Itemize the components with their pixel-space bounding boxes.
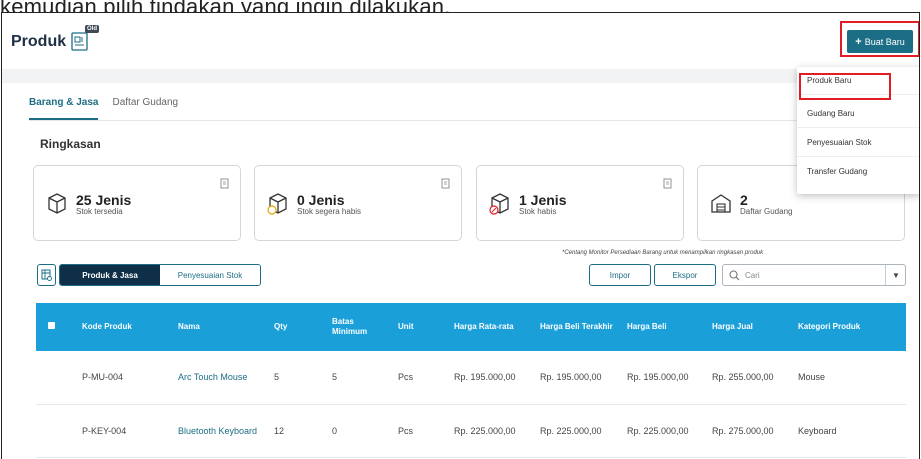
tab-bar: Barang & Jasa Daftar Gudang xyxy=(29,97,192,120)
search-icon xyxy=(729,270,740,281)
column-settings-button[interactable] xyxy=(37,264,56,286)
summary-note: *Centang Monitor Persediaan Barang untuk… xyxy=(562,250,764,256)
summary-card-low-stock[interactable]: 0 Jenis Stok segera habis xyxy=(254,165,462,241)
row-checkbox-cell xyxy=(36,351,76,404)
highlight-new-product xyxy=(799,73,891,100)
box-icon xyxy=(48,193,66,214)
tab-goods-services[interactable]: Barang & Jasa xyxy=(29,97,99,120)
summary-label: Daftar Gudang xyxy=(740,207,793,216)
view-segment-control: Produk & Jasa Penyesuaian Stok xyxy=(59,264,261,286)
menu-item-new-warehouse[interactable]: Gudang Baru xyxy=(797,100,919,128)
col-header[interactable]: Batas Minimum xyxy=(326,303,392,351)
table-row[interactable]: P-KEY-004 Bluetooth Keyboard 12 0 Pcs Rp… xyxy=(36,404,906,457)
menu-item-stock-adjustment[interactable]: Penyesuaian Stok xyxy=(797,129,919,157)
highlight-create-button xyxy=(840,21,919,57)
cell-last-buy-price: Rp. 225.000,00 xyxy=(540,425,602,436)
col-header[interactable]: Harga Rata-rata xyxy=(448,303,534,351)
summary-card-available[interactable]: 25 Jenis Stok tersedia xyxy=(33,165,241,241)
cell-name-link[interactable]: Arc Touch Mouse xyxy=(172,351,268,404)
box-empty-icon xyxy=(489,193,509,215)
col-header[interactable]: Harga Jual xyxy=(706,303,792,351)
products-table: Kode Produk Nama Qty Batas Minimum Unit … xyxy=(36,303,906,458)
cell-min: 5 xyxy=(332,372,338,383)
menu-item-warehouse-transfer[interactable]: Transfer Gudang xyxy=(797,157,919,185)
cell-category: Keyboard xyxy=(798,425,837,436)
cell-unit: Pcs xyxy=(398,372,414,383)
cell-sell-price: Rp. 255.000,00 xyxy=(712,372,774,383)
summary-label: Stok tersedia xyxy=(76,207,123,216)
cell-buy-price: Rp. 195.000,00 xyxy=(627,372,689,383)
app-frame: Produk Old + Buat Baru Barang & Jasa Daf… xyxy=(1,12,920,459)
cell-min: 0 xyxy=(332,425,338,436)
select-all-checkbox[interactable] xyxy=(48,322,55,329)
col-header[interactable]: Kode Produk xyxy=(76,303,172,351)
summary-card-out-of-stock[interactable]: 1 Jenis Stok habis xyxy=(476,165,684,241)
cell-avg-price: Rp. 195.000,00 xyxy=(454,372,516,383)
segment-stock-adjustment[interactable]: Penyesuaian Stok xyxy=(160,265,260,285)
search-placeholder: Cari xyxy=(745,271,760,280)
table-row[interactable]: P-MU-004 Arc Touch Mouse 5 5 Pcs Rp. 195… xyxy=(36,351,906,404)
col-header[interactable]: Nama xyxy=(172,303,268,351)
col-header[interactable]: Qty xyxy=(268,303,326,351)
summary-label: Stok habis xyxy=(519,207,557,216)
summary-value: 25 Jenis xyxy=(76,192,132,208)
cell-qty: 5 xyxy=(274,372,280,383)
summary-value: 1 Jenis xyxy=(519,192,567,208)
tab-underline xyxy=(29,120,905,121)
top-bar: Produk Old + Buat Baru xyxy=(2,13,919,69)
cell-qty: 12 xyxy=(274,425,285,436)
page-title: Produk xyxy=(11,33,67,50)
box-warning-icon xyxy=(267,193,287,215)
cell-sell-price: Rp. 275.000,00 xyxy=(712,425,774,436)
col-header[interactable]: Harga Beli xyxy=(621,303,706,351)
cell-avg-price: Rp. 225.000,00 xyxy=(454,425,516,436)
segment-products-services[interactable]: Produk & Jasa xyxy=(60,265,160,285)
import-button[interactable]: Impor xyxy=(589,264,651,286)
cell-name-link[interactable]: Bluetooth Keyboard xyxy=(172,404,268,457)
summary-title: Ringkasan xyxy=(40,137,101,151)
cell-last-buy-price: Rp. 195.000,00 xyxy=(540,372,602,383)
cell-code: P-KEY-004 xyxy=(82,425,127,436)
report-icon[interactable] xyxy=(441,178,451,190)
cell-unit: Pcs xyxy=(398,425,414,436)
chevron-down-icon[interactable]: ▼ xyxy=(892,271,900,280)
warehouse-icon xyxy=(711,194,731,213)
col-header[interactable]: Harga Beli Terakhir xyxy=(534,303,621,351)
col-header[interactable]: Unit xyxy=(392,303,448,351)
header-divider-band xyxy=(2,69,919,83)
cell-code: P-MU-004 xyxy=(82,372,124,383)
old-badge: Old xyxy=(85,25,99,33)
search-field[interactable]: Cari ▼ xyxy=(722,264,906,286)
summary-label: Stok segera habis xyxy=(297,207,362,216)
summary-value: 0 Jenis xyxy=(297,192,345,208)
col-header[interactable]: Kategori Produk xyxy=(792,303,906,351)
column-settings-icon xyxy=(41,269,52,281)
report-icon[interactable] xyxy=(220,178,230,190)
row-checkbox-cell xyxy=(36,404,76,457)
cell-category: Mouse xyxy=(798,372,826,383)
tab-warehouse-list[interactable]: Daftar Gudang xyxy=(112,97,178,120)
summary-value: 2 xyxy=(740,192,748,208)
search-divider xyxy=(885,265,886,285)
report-icon[interactable] xyxy=(663,178,673,190)
export-button[interactable]: Ekspor xyxy=(654,264,716,286)
select-all-checkbox-cell[interactable] xyxy=(36,303,76,351)
table-header-row: Kode Produk Nama Qty Batas Minimum Unit … xyxy=(36,303,906,351)
cell-buy-price: Rp. 225.000,00 xyxy=(627,425,689,436)
